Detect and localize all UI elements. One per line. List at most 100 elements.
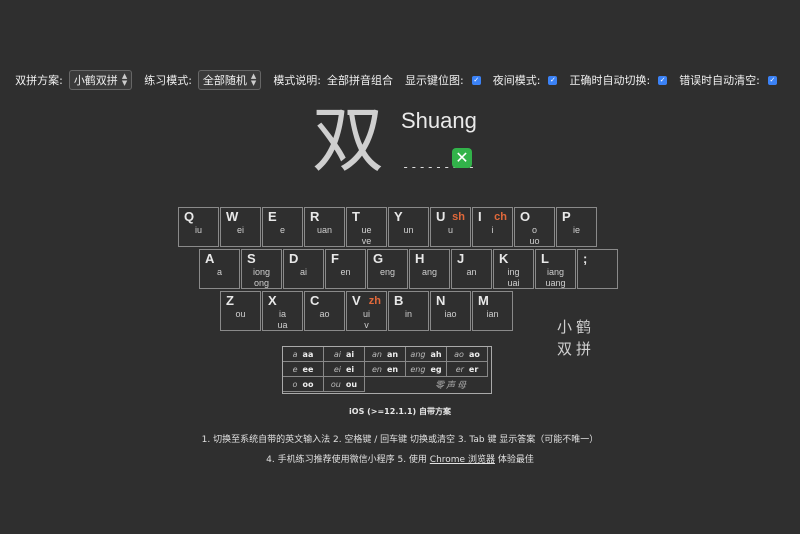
scheme-select[interactable]: 小鹤双拼 ▲ ▼ [68,70,133,90]
zero-initial-code: ee [302,364,314,374]
key-letter: A [205,251,215,266]
zero-initial-code: an [386,349,399,359]
key-i[interactable]: Ich i [472,207,513,247]
key-b[interactable]: Bin [388,291,429,331]
show-keys-group: 显示键位图: ✓ [405,72,481,88]
key-letter: X [268,293,277,308]
key-final: ei [236,225,244,235]
tip-line-1: 1. 切换至系统自带的英文输入法 2. 空格键 / 回车键 切换或清空 3. T… [201,435,599,445]
key-y[interactable]: Yun [388,207,429,247]
show-keys-checkbox[interactable]: ✓ [471,75,481,85]
zero-initial-final: ao [454,349,464,359]
key-w[interactable]: Wei [220,207,261,247]
key-final-alt: uai [507,278,520,288]
key-letter: V [352,293,361,308]
logo-line-2: 双拼 [557,340,596,358]
night-mode-checkbox[interactable]: ✓ [548,75,558,85]
key-final: un [403,225,414,235]
key-s[interactable]: Siong ong [241,249,282,289]
key-x[interactable]: Xia ua [262,291,303,331]
key-final: o [531,225,537,235]
key-final-alt: ua [277,320,288,330]
settings-toolbar: 双拼方案: 小鹤双拼 ▲ ▼ 练习模式: 全部随机 ▲ ▼ 模式说明: 全部拼音组合… [0,70,800,90]
key-f[interactable]: Fen [325,249,366,289]
mode-group: 练习模式: 全部随机 ▲ ▼ [144,70,262,90]
key-letter: K [499,251,509,266]
key-g[interactable]: Geng [367,249,408,289]
keyboard-row-1: Qiu Wei Ee Ruan Tue ve Yun Ush u Ich i Oo uo Pie [178,207,598,247]
desc-value: 全部拼音组合 [327,74,394,87]
key-m[interactable]: Mian [472,291,513,331]
key-h[interactable]: Hang [409,249,450,289]
keyboard-row-2: Aa Siong ong Dai Fen Geng Hang Jan King uai Liang u… [199,249,619,289]
key-initial: ch [494,211,507,223]
zero-initial-code: aa [302,349,314,359]
show-keys-label: 显示键位图: [405,74,464,87]
key-a[interactable]: Aa [199,249,240,289]
key-final: ai [299,267,307,277]
key-letter: F [331,251,339,266]
key-final: an [466,267,477,277]
key-final: ang [421,267,438,277]
zero-initial-final: ou [330,379,341,389]
auto-clear-checkbox[interactable]: ✓ [767,75,777,85]
auto-switch-label: 正确时自动切换: [569,74,651,87]
key-r[interactable]: Ruan [304,207,345,247]
key-l[interactable]: Liang uang [535,249,576,289]
zero-initial-code: ao [468,349,480,359]
zero-initial-cell: ai ai [324,347,365,362]
logo-line-1: 小鹤 [557,318,596,336]
zero-initial-final: an [371,349,382,359]
key-final: en [340,267,351,277]
key-t[interactable]: Tue ve [346,207,387,247]
key-final: iao [444,309,457,319]
key-q[interactable]: Qiu [178,207,219,247]
key-semicolon[interactable]: ; [577,249,618,289]
key-final-alt: v [364,320,369,330]
scheme-select-value: 小鹤双拼 [73,74,118,87]
key-v[interactable]: Vzh ui v [346,291,387,331]
key-letter: N [436,293,446,308]
key-final: eng [379,267,396,277]
key-letter: U [436,209,446,224]
key-z[interactable]: Zou [220,291,261,331]
zero-initial-cell: en en [365,362,406,377]
key-final: uan [316,225,333,235]
key-letter: I [478,209,482,224]
auto-switch-checkbox[interactable]: ✓ [658,75,668,85]
key-c[interactable]: Cao [304,291,345,331]
chrome-link[interactable]: Chrome 浏览器 [430,455,495,465]
tip-line-2-post: 体验最佳 [494,455,534,465]
night-label: 夜间模式: [492,74,541,87]
key-o[interactable]: Oo uo [514,207,555,247]
zero-initial-final: ai [333,349,341,359]
key-letter: Q [184,209,195,224]
key-d[interactable]: Dai [283,249,324,289]
key-j[interactable]: Jan [451,249,492,289]
mode-select[interactable]: 全部随机 ▲ ▼ [197,70,262,90]
zero-initial-cell: ang ah [406,347,447,362]
scheme-caption: iOS (>=12.1.1) 自带方案 [349,407,451,416]
key-e[interactable]: Ee [262,207,303,247]
key-letter: L [541,251,549,266]
key-final: ou [235,309,246,319]
mode-label: 练习模式: [144,74,192,87]
key-final: ing [507,267,520,277]
tip-line-2-pre: 4. 手机练习推荐使用微信小程序 5. 使用 [266,455,430,465]
zero-initial-cell: a aa [283,347,324,362]
auto-switch-group: 正确时自动切换: ✓ [569,72,668,88]
key-k[interactable]: King uai [493,249,534,289]
zero-initial-cell: er er [447,362,488,377]
key-final: iong [252,267,270,277]
zero-initial-code: ou [345,379,358,389]
key-letter: M [478,293,489,308]
desc-label: 模式说明: [273,74,322,87]
auto-clear-group: 错误时自动清空: ✓ [679,72,777,88]
key-n[interactable]: Niao [430,291,471,331]
zero-initial-final: ang [410,349,426,359]
key-final: ie [572,225,580,235]
key-p[interactable]: Pie [556,207,597,247]
zero-initial-cell: ou ou [324,377,365,392]
zero-initial-code: er [468,364,479,374]
key-u[interactable]: Ush u [430,207,471,247]
